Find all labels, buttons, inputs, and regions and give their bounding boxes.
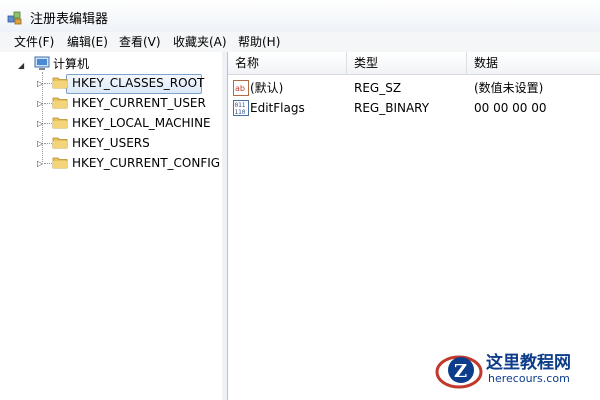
menu-bar: 文件(F) 编辑(E) 查看(V) 收藏夹(A) 帮助(H) <box>0 32 600 53</box>
value-name: EditFlags <box>250 101 305 115</box>
column-divider[interactable] <box>346 52 347 74</box>
svg-text:110: 110 <box>235 109 246 116</box>
regedit-app-icon <box>7 11 22 25</box>
tree-item-hkey-current-config[interactable]: HKEY_CURRENT_CONFIG <box>72 154 220 172</box>
menu-edit[interactable]: 编辑(E) <box>67 34 108 50</box>
value-data: (数值未设置) <box>474 81 544 95</box>
string-value-icon: ab <box>233 80 249 96</box>
tree-guide-line <box>44 163 52 164</box>
menu-view[interactable]: 查看(V) <box>119 34 161 50</box>
column-header-name[interactable]: 名称 <box>235 52 259 74</box>
collapse-root-icon[interactable]: ◢ <box>18 61 27 70</box>
svg-text:Z: Z <box>454 361 467 382</box>
watermark-logo-icon: Z <box>435 355 483 389</box>
tree-guide-line <box>44 143 52 144</box>
tree-item-computer[interactable]: 计算机 <box>53 55 133 73</box>
tree-item-hkey-current-user[interactable]: HKEY_CURRENT_USER <box>72 94 212 112</box>
menu-help[interactable]: 帮助(H) <box>238 34 280 50</box>
folder-icon <box>52 117 68 129</box>
folder-icon <box>52 137 68 149</box>
watermark-url: herecours.com <box>488 372 570 385</box>
value-data: 00 00 00 00 <box>474 101 547 115</box>
value-name: (默认) <box>250 81 284 95</box>
tree-item-hkey-local-machine[interactable]: HKEY_LOCAL_MACHINE <box>72 114 217 132</box>
computer-icon <box>34 56 50 70</box>
tree-item-label: HKEY_USERS <box>72 136 150 150</box>
folder-icon <box>52 97 68 109</box>
menu-favorites[interactable]: 收藏夹(A) <box>173 34 227 50</box>
folder-icon <box>52 157 68 169</box>
tree-guide-line <box>44 103 52 104</box>
table-row[interactable]: 011 110 EditFlags REG_BINARY 00 00 00 00 <box>228 98 600 118</box>
tree-item-label: HKEY_LOCAL_MACHINE <box>72 116 211 130</box>
value-type: REG_SZ <box>354 81 402 95</box>
tree-item-label: 计算机 <box>53 57 90 71</box>
tree-item-label: HKEY_CLASSES_ROOT <box>72 76 205 90</box>
tree-item-label: HKEY_CURRENT_USER <box>72 96 206 110</box>
site-watermark: Z 这里教程网 herecours.com <box>434 346 594 394</box>
tree-guide-line <box>44 83 52 84</box>
window-title: 注册表编辑器 <box>30 12 109 27</box>
binary-value-icon: 011 110 <box>233 100 249 116</box>
title-bar: 注册表编辑器 <box>0 0 600 32</box>
svg-text:011: 011 <box>235 102 246 109</box>
column-divider[interactable] <box>466 52 467 74</box>
value-type: REG_BINARY <box>354 101 430 115</box>
menu-file[interactable]: 文件(F) <box>14 34 54 50</box>
watermark-title: 这里教程网 <box>486 353 571 373</box>
column-header-type[interactable]: 类型 <box>354 52 378 74</box>
folder-icon <box>52 77 68 89</box>
column-header-data[interactable]: 数据 <box>474 52 498 74</box>
svg-text:ab: ab <box>235 84 245 93</box>
tree-item-hkey-users[interactable]: HKEY_USERS <box>72 134 172 152</box>
tree-guide-line <box>44 123 52 124</box>
tree-item-hkey-classes-root[interactable]: HKEY_CLASSES_ROOT <box>72 74 205 92</box>
table-row[interactable]: ab (默认) REG_SZ (数值未设置) <box>228 78 600 98</box>
tree-item-label: HKEY_CURRENT_CONFIG <box>72 156 221 170</box>
list-header: 名称 类型 数据 <box>228 52 600 75</box>
